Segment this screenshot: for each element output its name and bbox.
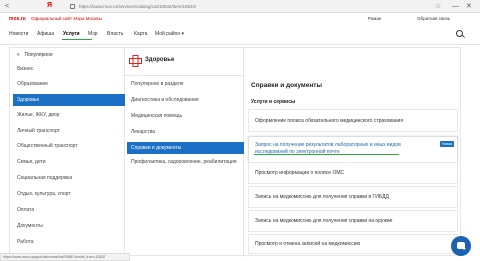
address-bar[interactable]: https://www.mos.ru/services/catalog/cat/… bbox=[68, 2, 428, 11]
subcategory-item-documents[interactable]: Справки и документы bbox=[127, 142, 244, 154]
service-item-lab-results[interactable]: Запрос на получение результатов лаборато… bbox=[248, 136, 458, 164]
subcategory-title: Здоровье bbox=[145, 57, 175, 63]
catalog-panel: ★ Популярное Бизнес Образование Здоровье … bbox=[9, 47, 462, 257]
back-button[interactable]: < bbox=[5, 2, 9, 11]
services-list: Справки и документы Услуги и сервисы Офо… bbox=[244, 48, 462, 257]
category-item[interactable]: Бизнес bbox=[13, 63, 125, 75]
category-item[interactable]: Общественный транспорт bbox=[13, 140, 125, 152]
star-icon: ★ bbox=[16, 52, 21, 58]
category-item[interactable]: Документы bbox=[13, 220, 125, 232]
subcategory-list: Здоровье Популярное в разделе Диагностик… bbox=[125, 48, 244, 257]
minimize-button[interactable]: — bbox=[452, 2, 459, 11]
category-item[interactable]: Образование bbox=[13, 78, 125, 90]
category-item[interactable]: Семья, дети bbox=[13, 156, 125, 168]
subcategory-item[interactable]: Диагностика и обследования bbox=[127, 97, 244, 104]
close-button[interactable]: ✕ bbox=[466, 2, 472, 11]
service-item[interactable]: Оформление полиса обязательного медицинс… bbox=[248, 109, 458, 132]
feedback-link[interactable]: Обратная связь bbox=[417, 16, 450, 21]
services-section-title: Услуги и сервисы bbox=[251, 99, 296, 105]
menu-item-afisha[interactable]: Афиша bbox=[37, 31, 54, 38]
services-title: Справки и документы bbox=[251, 82, 323, 89]
chevron-down-icon: ▾ bbox=[181, 31, 184, 37]
bookmark-icon[interactable]: ☆ bbox=[435, 2, 441, 11]
new-badge: Новая bbox=[439, 141, 454, 147]
subcategory-item[interactable]: Профилактика, оздоровление, реабилитация bbox=[127, 159, 237, 166]
health-icon bbox=[129, 55, 142, 67]
category-item[interactable]: Оплата bbox=[13, 204, 125, 216]
subcategory-item[interactable]: Лекарства bbox=[127, 129, 244, 136]
search-icon[interactable] bbox=[456, 30, 463, 37]
category-item[interactable]: Жилье, ЖКУ, двор bbox=[13, 109, 125, 121]
service-item[interactable]: Запись на медкомиссию для получения спра… bbox=[248, 210, 458, 232]
menu-item-map[interactable]: Карта bbox=[134, 31, 147, 38]
category-item[interactable]: Отдых, культура, спорт bbox=[13, 188, 125, 200]
subcategory-header: Здоровье bbox=[125, 48, 244, 76]
green-highlight-line bbox=[254, 154, 399, 155]
green-menu-mark bbox=[68, 39, 92, 40]
browser-logo[interactable]: Я bbox=[47, 1, 52, 11]
service-item[interactable]: Просмотр информации о полисе ОМС bbox=[248, 162, 458, 184]
category-item-health[interactable]: Здоровье bbox=[13, 94, 125, 106]
subcategory-item[interactable]: Популярное в разделе bbox=[127, 81, 244, 88]
category-item[interactable]: Работа bbox=[13, 236, 125, 248]
menu-item-services[interactable]: Услуги bbox=[63, 31, 80, 38]
lock-icon bbox=[70, 4, 75, 9]
category-item[interactable]: Личный транспорт bbox=[13, 125, 125, 137]
category-popular[interactable]: ★ Популярное bbox=[16, 51, 53, 59]
service-item[interactable]: Просмотр и отмена записей на медкомиссию bbox=[248, 234, 458, 254]
subcategory-item[interactable]: Медицинская помощь bbox=[127, 113, 244, 120]
address-text: https://www.mos.ru/services/catalog/cat/… bbox=[79, 4, 197, 9]
chat-icon bbox=[457, 242, 466, 250]
chat-button[interactable] bbox=[451, 236, 471, 256]
user-name[interactable]: Роман bbox=[368, 16, 381, 21]
menu-item-government[interactable]: Власть bbox=[107, 31, 123, 38]
main-menu: Новости Афиша Услуги Мэр Власть Карта Мо… bbox=[0, 27, 480, 45]
menu-item-news[interactable]: Новости bbox=[9, 31, 28, 38]
site-logo[interactable]: mos.ru bbox=[9, 16, 26, 22]
category-item[interactable]: Социальная поддержка bbox=[13, 172, 125, 184]
menu-item-my-district[interactable]: Мой район ▾ bbox=[155, 31, 184, 38]
service-item[interactable]: Запись на медкомиссию для получения спра… bbox=[248, 186, 458, 208]
site-header: mos.ru Официальный сайт Мэра Москвы Рома… bbox=[0, 13, 480, 27]
status-bar: https://www.mos.ru/pgu/ru/services/link/… bbox=[0, 253, 130, 261]
browser-toolbar: < Я https://www.mos.ru/services/catalog/… bbox=[0, 0, 480, 13]
menu-item-mayor[interactable]: Мэр bbox=[88, 31, 98, 38]
site-title[interactable]: Официальный сайт Мэра Москвы bbox=[31, 16, 102, 21]
category-list: ★ Популярное Бизнес Образование Здоровье … bbox=[10, 48, 125, 257]
